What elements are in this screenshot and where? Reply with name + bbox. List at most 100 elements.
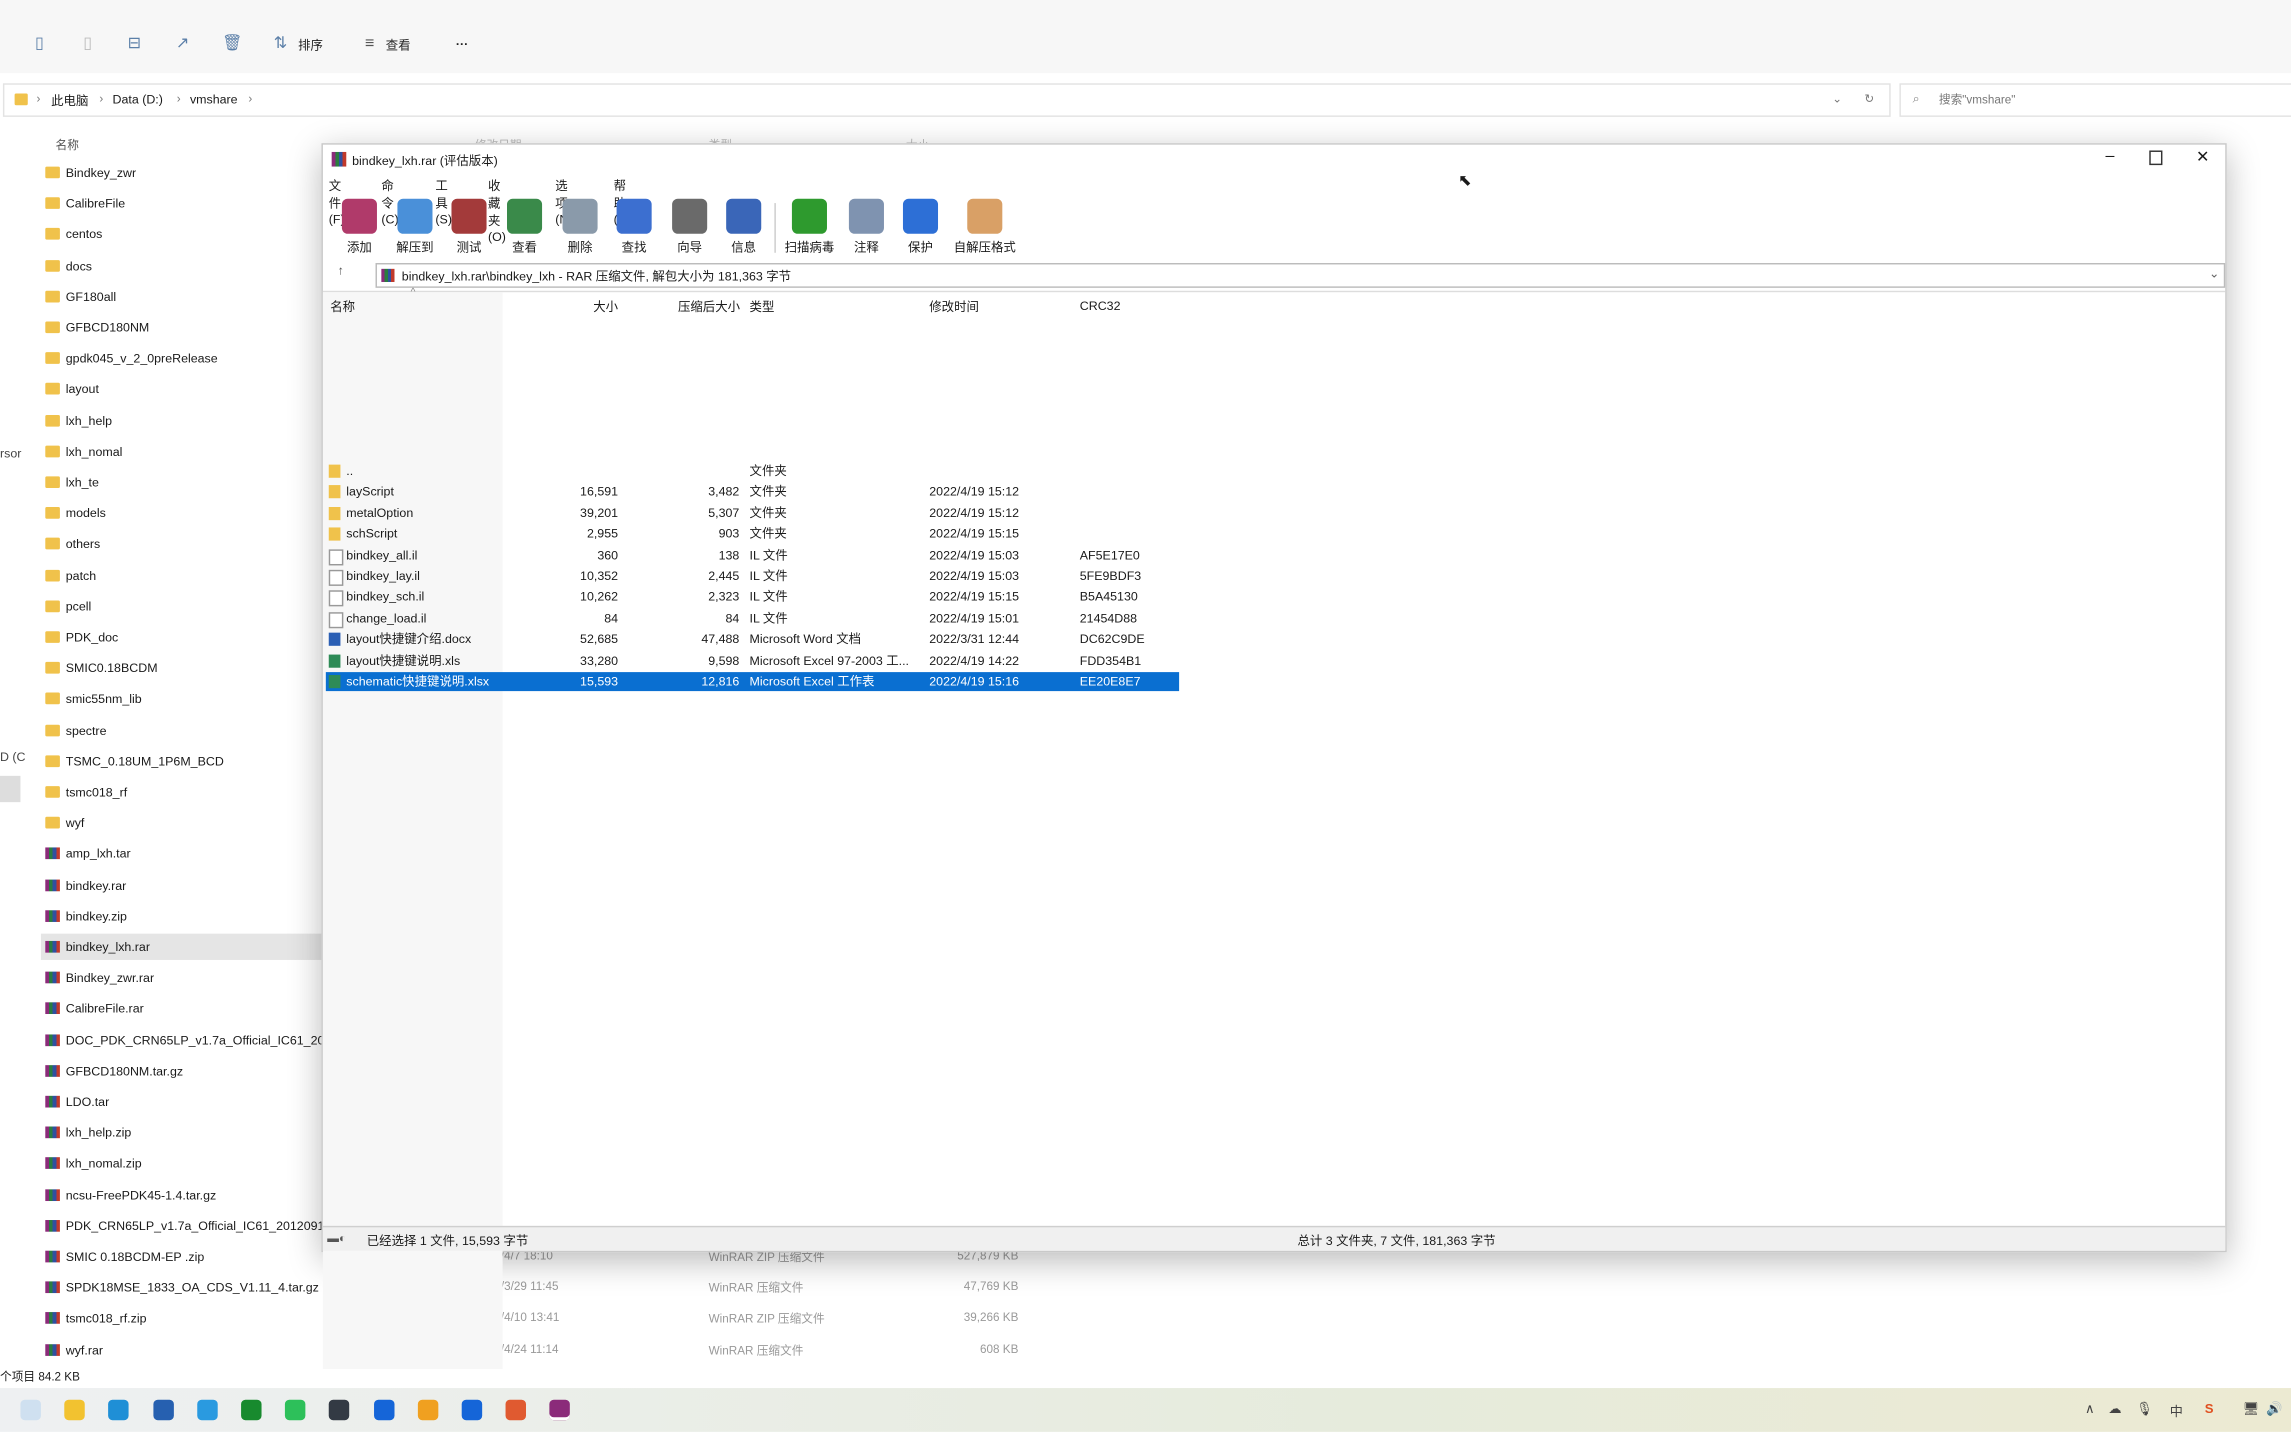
list-item[interactable]: layout [41,376,322,402]
winrar-icon[interactable] [549,1399,571,1421]
tray-icon[interactable]: 🔊 [2266,1401,2282,1417]
browser2-icon[interactable] [461,1399,483,1421]
ie-icon[interactable] [196,1399,218,1421]
tool-add-archive-button[interactable]: 添加 [333,198,386,256]
minimize-button[interactable]: – [2105,148,2114,166]
xbox-icon[interactable] [241,1399,262,1421]
list-item[interactable]: gpdk045_v_2_0preRelease [41,345,322,371]
list-item[interactable]: docs [41,252,322,278]
list-item[interactable]: ncsu-FreePDK45-1.4.tar.gz [41,1181,322,1207]
tray-icon[interactable]: ☁ [2108,1401,2121,1417]
title-bar[interactable]: bindkey_lxh.rar (评估版本) – ✕ [323,145,2225,174]
list-item[interactable]: lxh_nomal [41,438,322,464]
column-crc32[interactable]: CRC32 [1080,298,1121,313]
tool-comment-button[interactable]: 注释 [840,198,893,256]
file-explorer-icon[interactable] [64,1399,86,1421]
sort-button[interactable]: 排序 [298,37,323,55]
tray-icon[interactable]: 中 [2170,1401,2183,1420]
list-item[interactable]: pcell [41,593,322,619]
list-item[interactable]: GFBCD180NM [41,314,322,340]
share-icon[interactable]: ↗ [174,35,192,54]
list-item[interactable]: lxh_help [41,407,322,433]
list-item[interactable]: wyf.rar [41,1336,322,1362]
list-item[interactable]: others [41,531,322,557]
view-button[interactable]: 查看 [386,37,411,55]
table-row[interactable]: layScript 16,591 3,482 文件夹 2022/4/19 15:12 [326,483,1179,502]
tool-test-clipboard-button[interactable]: 测试 [443,198,496,256]
list-item[interactable]: bindkey.rar [41,872,322,898]
list-item[interactable]: Bindkey_zwr.rar [41,965,322,991]
list-item[interactable]: bindkey.zip [41,903,322,929]
list-item[interactable]: spectre [41,717,322,743]
list-item[interactable]: wyf [41,810,322,836]
table-row[interactable]: layout快捷键说明.xls 33,280 9,598 Microsoft Exce… [326,651,1179,670]
breadcrumb-data-d[interactable]: Data (D:) [113,92,163,107]
list-item[interactable]: PDK_doc [41,624,322,650]
list-item[interactable]: DOC_PDK_CRN65LP_v1.7a_Official_IC61_2012 [41,1027,321,1053]
column-size[interactable]: 大小 [593,298,618,316]
list-item[interactable]: CalibreFile.rar [41,996,322,1022]
column-type[interactable]: 类型 [750,298,775,316]
column-name[interactable]: 名称 [330,298,355,316]
table-row[interactable]: schScript 2,955 903 文件夹 2022/4/19 15:15 [326,525,1179,544]
close-button[interactable]: ✕ [2196,148,2209,167]
tool-view-book-button[interactable]: 查看 [498,198,551,256]
table-row[interactable]: schematic快捷键说明.xlsx 15,593 12,816 Microsoft… [325,672,1180,692]
table-row[interactable]: change_load.il 84 84 IL 文件 2022/4/19 15:01 21… [326,609,1179,628]
tool-trash-button[interactable]: 删除 [554,198,607,256]
tool-info-button[interactable]: 信息 [717,198,770,256]
table-row[interactable]: bindkey_lay.il 10,352 2,445 IL 文件 2022/4/19 … [326,567,1179,586]
office-icon[interactable] [505,1399,527,1421]
rename-icon[interactable]: ⊟ [126,35,144,54]
tray-icon[interactable]: 🖥 [2243,1401,2260,1417]
table-row[interactable]: .. 文件夹 [326,462,1179,481]
browser-icon[interactable] [373,1399,394,1421]
tool-extract-folder-button[interactable]: 解压到 [389,198,442,256]
list-item[interactable]: tsmc018_rf.zip [41,1305,322,1331]
list-item[interactable]: amp_lxh.tar [41,841,322,867]
copy-icon[interactable]: ▯ [31,35,49,54]
paste-icon[interactable]: ▯ [79,35,97,54]
list-item[interactable]: Bindkey_zwr [41,159,322,185]
list-item[interactable]: SMIC 0.18BCDM-EP .zip [41,1243,322,1269]
refresh-icon[interactable]: ↻ [1864,92,1874,105]
list-item[interactable]: TSMC_0.18UM_1P6M_BCD [41,748,322,774]
breadcrumb-vmshare[interactable]: vmshare [190,92,238,107]
list-item[interactable]: SPDK18MSE_1833_OA_CDS_V1.11_4.tar.gz [41,1274,322,1300]
tool-shield-button[interactable]: 保护 [894,198,947,256]
search-input[interactable]: 搜索"vmshare" [1939,92,2016,108]
store-icon[interactable] [152,1399,174,1421]
tray-icon[interactable]: S [2205,1401,2214,1416]
list-item[interactable]: models [41,500,322,526]
chevron-down-icon[interactable]: ⌄ [2209,266,2219,282]
tool-virus-scan-button[interactable]: 扫描病毒 [783,198,836,256]
list-item[interactable]: SMIC0.18BCDM [41,655,322,681]
wechat-icon[interactable] [285,1399,306,1421]
table-row[interactable]: bindkey_sch.il 10,262 2,323 IL 文件 2022/4/19 … [326,588,1179,607]
breadcrumb-this-pc[interactable]: 此电脑 [51,92,88,110]
list-item[interactable]: LDO.tar [41,1089,322,1115]
app-icon[interactable] [329,1399,350,1421]
sort-icon[interactable]: ⇅ [272,35,290,54]
list-item[interactable]: GF180all [41,283,322,309]
tray-icon[interactable]: 🎙 [2136,1401,2153,1417]
view-icon[interactable]: ≡ [361,35,379,54]
list-item[interactable]: PDK_CRN65LP_v1.7a_Official_IC61_20120914… [41,1212,321,1238]
list-item[interactable]: GFBCD180NM.tar.gz [41,1058,322,1084]
list-item[interactable]: bindkey_lxh.rar [40,933,322,960]
list-item[interactable]: smic55nm_lib [41,686,322,712]
tool-magnifier-button[interactable]: 查找 [608,198,661,256]
search-box[interactable]: ⌕ 搜索"vmshare" [1899,83,2291,117]
edge-icon[interactable] [108,1399,130,1421]
vmware-icon[interactable] [417,1399,439,1421]
maximize-button[interactable] [2149,150,2163,166]
column-name[interactable]: 名称 [56,137,79,153]
table-row[interactable]: bindkey_all.il 360 138 IL 文件 2022/4/19 15:03… [326,546,1179,565]
nav-pane-selection[interactable] [0,775,21,803]
chevron-down-icon[interactable]: ⌄ [1832,92,1842,105]
delete-icon[interactable]: 🗑 [222,35,242,54]
up-arrow-icon[interactable]: ↑ [338,263,344,278]
tool-sfx-box-button[interactable]: 自解压格式 [951,198,1018,256]
column-packed-size[interactable]: 压缩后大小 [678,298,740,316]
address-bar[interactable]: › 此电脑 › Data (D:) › vmshare › ⌄ ↻ [2,83,1891,117]
